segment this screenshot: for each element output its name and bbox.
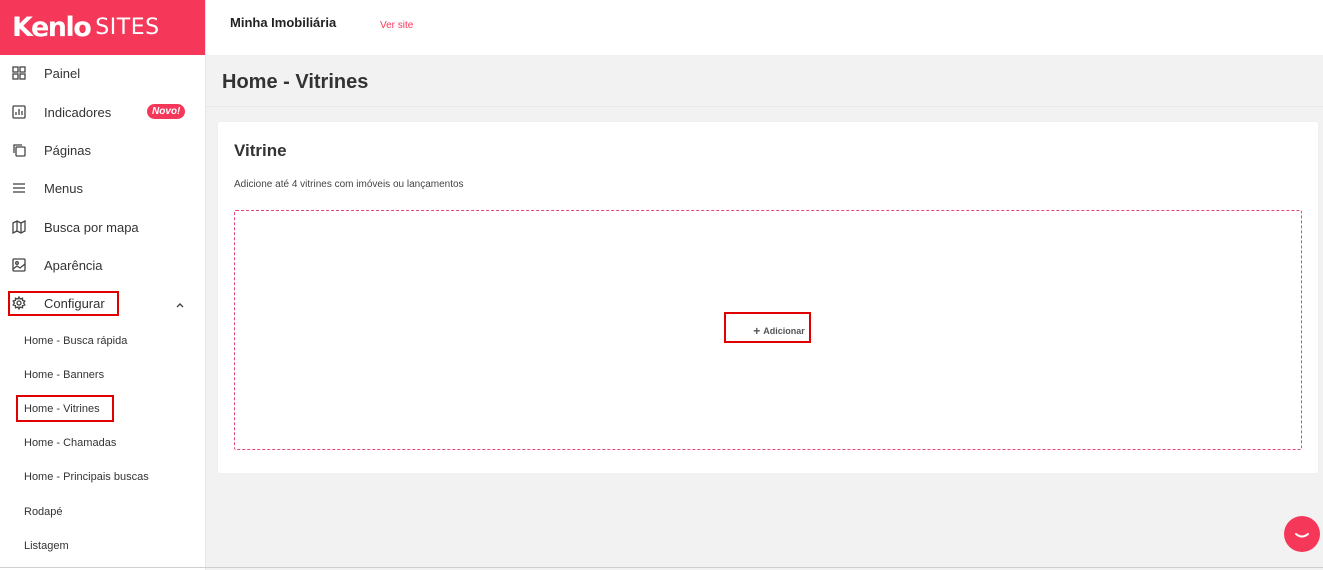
chart-icon [12,105,26,119]
sidebar-item-busca-por-mapa[interactable]: Busca por mapa [0,212,206,242]
sidebar-item-label: Menus [44,180,84,196]
topbar: Minha Imobiliária Ver site [206,0,1323,55]
menu-icon [12,181,26,195]
chat-icon [1295,533,1309,538]
chat-widget-button[interactable] [1284,516,1320,552]
organization-name: Minha Imobiliária [230,15,337,30]
sidebar-item-painel[interactable]: Painel [0,58,206,88]
sidebar-item-indicadores[interactable]: Indicadores Novo! [0,97,206,127]
product-name: SITES [95,15,160,40]
plus-icon: + [753,324,761,338]
sidebar: Kenlo SITES Painel Indicadores Novo! Pág… [0,0,206,570]
subitem-home-principais-buscas[interactable]: Home - Principais buscas [24,471,149,483]
vitrine-card: Vitrine Adicione até 4 vitrines com imóv… [218,122,1318,473]
sidebar-item-paginas[interactable]: Páginas [0,135,206,165]
add-vitrine-button[interactable]: + Adicionar [743,323,815,339]
gear-icon [12,296,26,310]
subitem-home-banners[interactable]: Home - Banners [24,369,104,381]
sidebar-item-label: Páginas [44,142,91,158]
add-button-label: Adicionar [763,326,805,336]
grid-icon [12,66,26,80]
sidebar-item-aparencia[interactable]: Aparência [0,250,206,280]
sidebar-item-label: Indicadores [44,104,112,120]
page-title: Home - Vitrines [222,71,369,93]
vitrine-dropzone: + Adicionar [234,210,1302,450]
divider [206,106,1323,107]
bottom-border [0,567,1323,568]
sidebar-item-menus[interactable]: Menus [0,173,206,203]
sidebar-item-label: Busca por mapa [44,219,139,235]
subitem-home-vitrines[interactable]: Home - Vitrines [24,403,100,415]
image-icon [12,258,26,272]
card-description: Adicione até 4 vitrines com imóveis ou l… [234,179,464,190]
sidebar-item-configurar[interactable]: Configurar [0,288,206,318]
new-badge: Novo! [147,104,186,119]
view-site-link[interactable]: Ver site [380,20,413,31]
subitem-home-chamadas[interactable]: Home - Chamadas [24,437,116,449]
brand-logo[interactable]: Kenlo SITES [0,0,205,55]
sidebar-item-label: Configurar [44,295,105,311]
sidebar-item-label: Aparência [44,257,103,273]
subitem-home-busca-rapida[interactable]: Home - Busca rápida [24,335,127,347]
card-title: Vitrine [234,141,287,160]
chevron-up-icon[interactable] [175,297,185,308]
subitem-rodape[interactable]: Rodapé [24,506,63,518]
pages-icon [12,143,26,157]
sidebar-item-label: Painel [44,65,81,81]
map-icon [12,220,26,234]
subitem-listagem[interactable]: Listagem [24,540,69,552]
kenlo-logo: Kenlo [12,12,92,43]
